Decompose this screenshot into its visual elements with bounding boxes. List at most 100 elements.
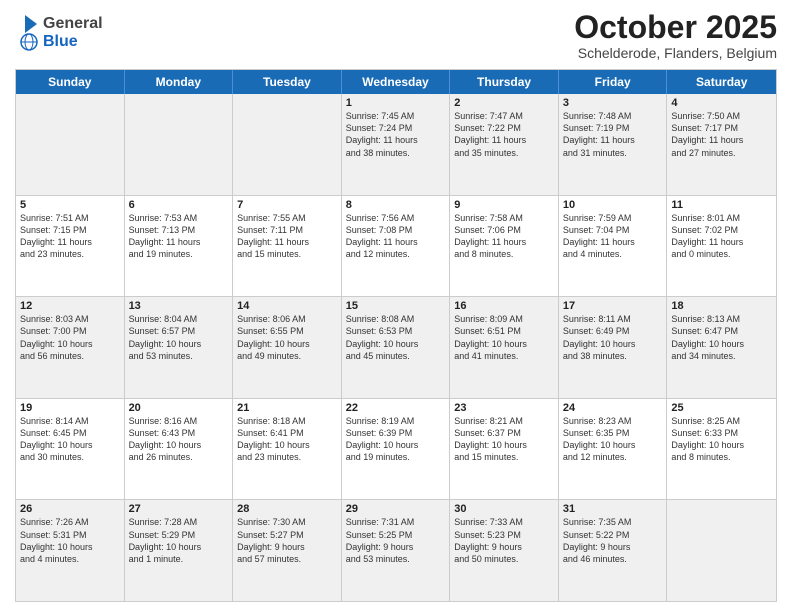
day-number: 12 <box>20 300 120 312</box>
cell-info: Sunrise: 7:50 AM Sunset: 7:17 PM Dayligh… <box>671 110 772 159</box>
weekday-header-tuesday: Tuesday <box>233 70 342 94</box>
day-number: 4 <box>671 97 772 109</box>
empty-cell-r0c1 <box>125 94 234 195</box>
day-cell-8: 8Sunrise: 7:56 AM Sunset: 7:08 PM Daylig… <box>342 196 451 297</box>
calendar: SundayMondayTuesdayWednesdayThursdayFrid… <box>15 69 777 602</box>
cell-info: Sunrise: 7:30 AM Sunset: 5:27 PM Dayligh… <box>237 516 337 565</box>
calendar-body: 1Sunrise: 7:45 AM Sunset: 7:24 PM Daylig… <box>16 94 776 601</box>
weekday-header-monday: Monday <box>125 70 234 94</box>
day-number: 31 <box>563 503 663 515</box>
cell-info: Sunrise: 7:31 AM Sunset: 5:25 PM Dayligh… <box>346 516 446 565</box>
day-number: 10 <box>563 199 663 211</box>
day-number: 23 <box>454 402 554 414</box>
cell-info: Sunrise: 7:26 AM Sunset: 5:31 PM Dayligh… <box>20 516 120 565</box>
calendar-row-4: 26Sunrise: 7:26 AM Sunset: 5:31 PM Dayli… <box>16 499 776 601</box>
cell-info: Sunrise: 8:03 AM Sunset: 7:00 PM Dayligh… <box>20 313 120 362</box>
cell-info: Sunrise: 7:51 AM Sunset: 7:15 PM Dayligh… <box>20 212 120 261</box>
cell-info: Sunrise: 8:01 AM Sunset: 7:02 PM Dayligh… <box>671 212 772 261</box>
day-cell-30: 30Sunrise: 7:33 AM Sunset: 5:23 PM Dayli… <box>450 500 559 601</box>
day-cell-14: 14Sunrise: 8:06 AM Sunset: 6:55 PM Dayli… <box>233 297 342 398</box>
day-number: 27 <box>129 503 229 515</box>
day-cell-7: 7Sunrise: 7:55 AM Sunset: 7:11 PM Daylig… <box>233 196 342 297</box>
page: GeneralBlue October 2025 Schelderode, Fl… <box>0 0 792 612</box>
day-cell-24: 24Sunrise: 8:23 AM Sunset: 6:35 PM Dayli… <box>559 399 668 500</box>
cell-info: Sunrise: 8:18 AM Sunset: 6:41 PM Dayligh… <box>237 415 337 464</box>
day-cell-20: 20Sunrise: 8:16 AM Sunset: 6:43 PM Dayli… <box>125 399 234 500</box>
logo-svg: GeneralBlue <box>15 10 105 54</box>
day-number: 26 <box>20 503 120 515</box>
day-number: 9 <box>454 199 554 211</box>
day-cell-12: 12Sunrise: 8:03 AM Sunset: 7:00 PM Dayli… <box>16 297 125 398</box>
day-cell-26: 26Sunrise: 7:26 AM Sunset: 5:31 PM Dayli… <box>16 500 125 601</box>
day-number: 19 <box>20 402 120 414</box>
day-number: 25 <box>671 402 772 414</box>
cell-info: Sunrise: 7:45 AM Sunset: 7:24 PM Dayligh… <box>346 110 446 159</box>
day-number: 8 <box>346 199 446 211</box>
calendar-row-0: 1Sunrise: 7:45 AM Sunset: 7:24 PM Daylig… <box>16 94 776 195</box>
weekday-header-sunday: Sunday <box>16 70 125 94</box>
day-cell-29: 29Sunrise: 7:31 AM Sunset: 5:25 PM Dayli… <box>342 500 451 601</box>
day-number: 24 <box>563 402 663 414</box>
empty-cell-r0c2 <box>233 94 342 195</box>
day-cell-17: 17Sunrise: 8:11 AM Sunset: 6:49 PM Dayli… <box>559 297 668 398</box>
day-number: 29 <box>346 503 446 515</box>
empty-cell-r4c6 <box>667 500 776 601</box>
day-number: 30 <box>454 503 554 515</box>
svg-text:General: General <box>43 15 103 32</box>
day-number: 3 <box>563 97 663 109</box>
day-number: 20 <box>129 402 229 414</box>
day-cell-3: 3Sunrise: 7:48 AM Sunset: 7:19 PM Daylig… <box>559 94 668 195</box>
day-number: 15 <box>346 300 446 312</box>
day-number: 1 <box>346 97 446 109</box>
cell-info: Sunrise: 7:56 AM Sunset: 7:08 PM Dayligh… <box>346 212 446 261</box>
weekday-header-saturday: Saturday <box>667 70 776 94</box>
cell-info: Sunrise: 7:47 AM Sunset: 7:22 PM Dayligh… <box>454 110 554 159</box>
cell-info: Sunrise: 8:25 AM Sunset: 6:33 PM Dayligh… <box>671 415 772 464</box>
day-cell-22: 22Sunrise: 8:19 AM Sunset: 6:39 PM Dayli… <box>342 399 451 500</box>
day-number: 6 <box>129 199 229 211</box>
calendar-row-2: 12Sunrise: 8:03 AM Sunset: 7:00 PM Dayli… <box>16 296 776 398</box>
calendar-row-1: 5Sunrise: 7:51 AM Sunset: 7:15 PM Daylig… <box>16 195 776 297</box>
day-cell-21: 21Sunrise: 8:18 AM Sunset: 6:41 PM Dayli… <box>233 399 342 500</box>
day-number: 11 <box>671 199 772 211</box>
location: Schelderode, Flanders, Belgium <box>574 45 777 61</box>
day-number: 5 <box>20 199 120 211</box>
day-cell-6: 6Sunrise: 7:53 AM Sunset: 7:13 PM Daylig… <box>125 196 234 297</box>
day-cell-9: 9Sunrise: 7:58 AM Sunset: 7:06 PM Daylig… <box>450 196 559 297</box>
calendar-header: SundayMondayTuesdayWednesdayThursdayFrid… <box>16 70 776 94</box>
cell-info: Sunrise: 7:59 AM Sunset: 7:04 PM Dayligh… <box>563 212 663 261</box>
calendar-row-3: 19Sunrise: 8:14 AM Sunset: 6:45 PM Dayli… <box>16 398 776 500</box>
day-cell-31: 31Sunrise: 7:35 AM Sunset: 5:22 PM Dayli… <box>559 500 668 601</box>
day-number: 17 <box>563 300 663 312</box>
cell-info: Sunrise: 8:04 AM Sunset: 6:57 PM Dayligh… <box>129 313 229 362</box>
day-cell-15: 15Sunrise: 8:08 AM Sunset: 6:53 PM Dayli… <box>342 297 451 398</box>
month-title: October 2025 <box>574 10 777 45</box>
title-block: October 2025 Schelderode, Flanders, Belg… <box>574 10 777 61</box>
cell-info: Sunrise: 8:21 AM Sunset: 6:37 PM Dayligh… <box>454 415 554 464</box>
day-number: 7 <box>237 199 337 211</box>
day-cell-5: 5Sunrise: 7:51 AM Sunset: 7:15 PM Daylig… <box>16 196 125 297</box>
day-cell-25: 25Sunrise: 8:25 AM Sunset: 6:33 PM Dayli… <box>667 399 776 500</box>
day-number: 2 <box>454 97 554 109</box>
cell-info: Sunrise: 8:19 AM Sunset: 6:39 PM Dayligh… <box>346 415 446 464</box>
day-cell-23: 23Sunrise: 8:21 AM Sunset: 6:37 PM Dayli… <box>450 399 559 500</box>
cell-info: Sunrise: 8:11 AM Sunset: 6:49 PM Dayligh… <box>563 313 663 362</box>
weekday-header-thursday: Thursday <box>450 70 559 94</box>
cell-info: Sunrise: 7:35 AM Sunset: 5:22 PM Dayligh… <box>563 516 663 565</box>
day-cell-2: 2Sunrise: 7:47 AM Sunset: 7:22 PM Daylig… <box>450 94 559 195</box>
cell-info: Sunrise: 8:13 AM Sunset: 6:47 PM Dayligh… <box>671 313 772 362</box>
day-cell-19: 19Sunrise: 8:14 AM Sunset: 6:45 PM Dayli… <box>16 399 125 500</box>
day-cell-16: 16Sunrise: 8:09 AM Sunset: 6:51 PM Dayli… <box>450 297 559 398</box>
cell-info: Sunrise: 7:53 AM Sunset: 7:13 PM Dayligh… <box>129 212 229 261</box>
day-number: 13 <box>129 300 229 312</box>
cell-info: Sunrise: 8:16 AM Sunset: 6:43 PM Dayligh… <box>129 415 229 464</box>
day-number: 18 <box>671 300 772 312</box>
svg-text:Blue: Blue <box>43 33 78 50</box>
cell-info: Sunrise: 8:08 AM Sunset: 6:53 PM Dayligh… <box>346 313 446 362</box>
cell-info: Sunrise: 7:48 AM Sunset: 7:19 PM Dayligh… <box>563 110 663 159</box>
cell-info: Sunrise: 8:23 AM Sunset: 6:35 PM Dayligh… <box>563 415 663 464</box>
day-cell-10: 10Sunrise: 7:59 AM Sunset: 7:04 PM Dayli… <box>559 196 668 297</box>
cell-info: Sunrise: 7:28 AM Sunset: 5:29 PM Dayligh… <box>129 516 229 565</box>
day-number: 28 <box>237 503 337 515</box>
cell-info: Sunrise: 7:55 AM Sunset: 7:11 PM Dayligh… <box>237 212 337 261</box>
